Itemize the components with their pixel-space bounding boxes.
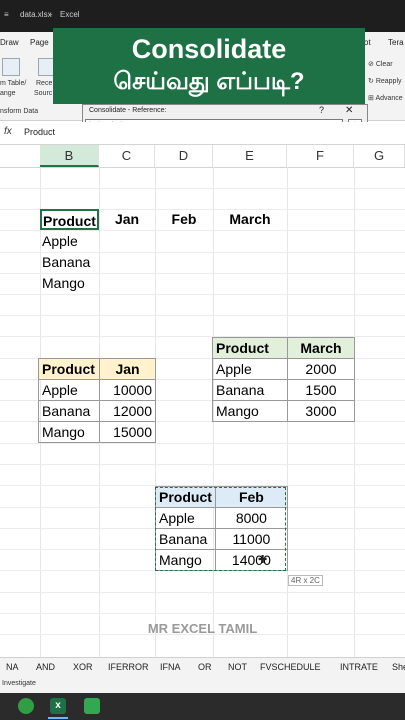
function-na[interactable]: NA [6, 662, 19, 672]
gridline [0, 613, 405, 614]
excel-app-icon[interactable]: x [50, 698, 66, 714]
group-label: nsform Data [0, 108, 39, 115]
gridline [0, 443, 405, 444]
table-row: Product Jan [38, 358, 156, 380]
jan-header-month[interactable]: Jan [99, 358, 156, 380]
gridline [0, 188, 405, 189]
gridline [0, 592, 405, 593]
separator: - [50, 10, 53, 19]
cursor-icon: ✚ [258, 554, 268, 566]
advanced-label: Advance [375, 95, 403, 102]
clear-label: Clear [375, 61, 393, 68]
dialog-title: Consolidate - Reference: [89, 107, 167, 114]
function-or[interactable]: OR [198, 662, 212, 672]
range-label: ange [0, 90, 16, 97]
status-text: Investigate [2, 680, 36, 687]
sources-label: Sourc [34, 90, 53, 97]
formula-input[interactable]: Product [24, 127, 55, 137]
march-table: Product March Apple 2000 Banana 1500 Man… [212, 337, 355, 422]
function-not[interactable]: NOT [228, 662, 247, 672]
table-cell[interactable]: Mango [38, 421, 100, 443]
banner-subtitle: செய்வது எப்படி? [113, 68, 305, 95]
tab-draw[interactable]: Draw [0, 38, 19, 47]
fx-icon[interactable]: fx [4, 126, 12, 137]
reapply-button[interactable]: ↻ Reapply [368, 77, 402, 85]
function-iferror[interactable]: IFERROR [108, 662, 149, 672]
formula-bar: fx Product [0, 122, 405, 145]
clear-filter-button[interactable]: ⊘ Clear [368, 60, 393, 68]
help-button[interactable]: ? [319, 105, 324, 115]
table-row: Apple 2000 [212, 358, 355, 380]
advanced-button[interactable]: ⊞ Advance [368, 94, 403, 102]
table-cell[interactable]: 3000 [287, 400, 355, 422]
summary-product-mango[interactable]: Mango [42, 273, 99, 294]
summary-header-product-cell[interactable]: Product [40, 209, 99, 230]
jan-table: Product Jan Apple 10000 Banana 12000 Man… [38, 358, 156, 443]
column-header-d[interactable]: D [155, 145, 213, 167]
summary-product-apple[interactable]: Apple [42, 231, 99, 252]
table-cell[interactable]: Mango [212, 400, 288, 422]
table-cell[interactable]: 2000 [287, 358, 355, 380]
march-header-month[interactable]: March [287, 337, 355, 359]
gridline [0, 464, 405, 465]
table-cell[interactable]: 1500 [287, 379, 355, 401]
summary-product-banana[interactable]: Banana [42, 252, 99, 273]
watermark: MR EXCEL TAMIL [147, 621, 258, 636]
table-cell[interactable]: Apple [38, 379, 100, 401]
table-row: Banana 12000 [38, 400, 156, 422]
column-header-b[interactable]: B [40, 145, 99, 167]
gridline [0, 294, 405, 295]
column-header-f[interactable]: F [287, 145, 354, 167]
close-icon[interactable]: ✕ [345, 105, 353, 116]
reapply-label: Reapply [375, 78, 402, 85]
table-cell[interactable]: 15000 [99, 421, 156, 443]
march-header-product[interactable]: Product [212, 337, 288, 359]
summary-header-feb[interactable]: Feb [155, 209, 213, 230]
gridline [0, 315, 405, 316]
column-header-c[interactable]: C [99, 145, 155, 167]
table-cell[interactable]: 10000 [99, 379, 156, 401]
function-shortcut-bar: NA AND XOR IFERROR IFNA OR NOT FVSCHEDUL… [0, 657, 405, 678]
window-app: Excel [60, 10, 80, 19]
sheet-tab[interactable]: She [392, 662, 405, 672]
function-xor[interactable]: XOR [73, 662, 93, 672]
table-cell[interactable]: 12000 [99, 400, 156, 422]
menu-icon[interactable]: ≡ [4, 10, 9, 19]
function-intrate[interactable]: INTRATE [340, 662, 378, 672]
active-indicator [48, 717, 68, 719]
jan-header-product[interactable]: Product [38, 358, 100, 380]
table-row: Apple 10000 [38, 379, 156, 401]
table-icon[interactable] [2, 58, 20, 76]
summary-header-march[interactable]: March [213, 209, 287, 230]
function-and[interactable]: AND [36, 662, 55, 672]
torrent-app-icon[interactable] [18, 698, 34, 714]
status-bar: Investigate [0, 677, 405, 693]
title-banner: Consolidate செய்வது எப்படி? [53, 28, 365, 104]
column-headers: B C D E F G [0, 145, 405, 168]
summary-header-jan[interactable]: Jan [99, 209, 155, 230]
table-row: Banana 1500 [212, 379, 355, 401]
column-header-e[interactable]: E [213, 145, 287, 167]
table-row: Mango 3000 [212, 400, 355, 422]
clear-icon: ⊘ [368, 61, 376, 68]
function-fvschedule[interactable]: FVSCHEDULE [260, 662, 321, 672]
table-row: Mango 15000 [38, 421, 156, 443]
table-cell[interactable]: Banana [212, 379, 288, 401]
table-row: Product March [212, 337, 355, 359]
table-cell[interactable]: Apple [212, 358, 288, 380]
tab-page[interactable]: Page [30, 38, 49, 47]
reapply-icon: ↻ [368, 78, 376, 85]
column-header-g[interactable]: G [354, 145, 405, 167]
window-filename: data.xlsx [20, 10, 52, 19]
from-table-label: m Table/ [0, 80, 27, 87]
function-ifna[interactable]: IFNA [160, 662, 181, 672]
taskbar: x [0, 693, 405, 720]
banner-title: Consolidate [131, 34, 287, 64]
selection-size-tooltip: 4R x 2C [288, 575, 323, 586]
table-cell[interactable]: Banana [38, 400, 100, 422]
tab-tera[interactable]: Tera [388, 38, 404, 47]
recent-label: Rece [36, 80, 53, 87]
recorder-app-icon[interactable] [84, 698, 100, 714]
